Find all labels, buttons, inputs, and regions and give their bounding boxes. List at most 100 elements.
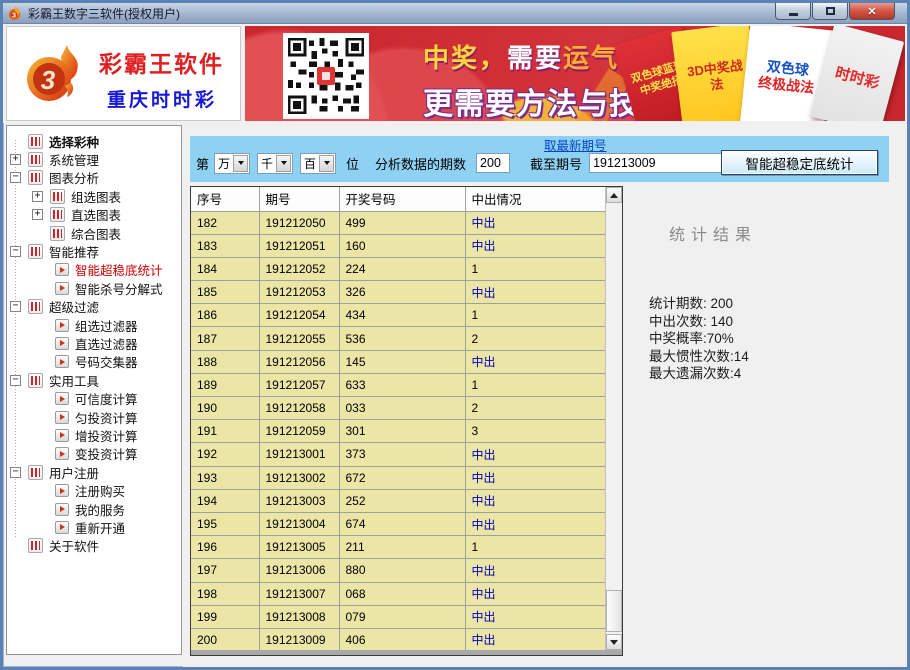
- stat-line: 中奖概率:70%: [649, 330, 749, 348]
- expand-plus-icon[interactable]: +: [32, 209, 43, 220]
- tree-item[interactable]: 综合图表: [7, 224, 181, 242]
- table-row[interactable]: 1901912120580332: [191, 397, 605, 420]
- period-cell: 191212058: [259, 397, 339, 420]
- table-row[interactable]: 198191213007068中出: [191, 582, 605, 605]
- expand-minus-icon[interactable]: −: [10, 467, 21, 478]
- analyze-button[interactable]: 智能超稳定底统计: [721, 150, 878, 175]
- tree-item[interactable]: 我的服务: [7, 500, 181, 518]
- tree-item[interactable]: + 直选图表: [7, 206, 181, 224]
- grid-icon: [28, 134, 43, 149]
- tree-item[interactable]: + 系统管理: [7, 150, 181, 168]
- number-cell: 301: [339, 420, 465, 443]
- table-row[interactable]: 1871912120555362: [191, 327, 605, 350]
- tree-item[interactable]: −用户注册: [7, 463, 181, 481]
- seq-cell: 190: [191, 397, 259, 420]
- expand-plus-icon[interactable]: +: [32, 191, 43, 202]
- tree-item[interactable]: 增投资计算: [7, 426, 181, 444]
- tree-item-label: 直选图表: [71, 205, 121, 224]
- grid-icon: [50, 207, 65, 222]
- tree-item-label: 综合图表: [71, 224, 121, 243]
- tree-item[interactable]: 智能超稳底统计: [7, 261, 181, 279]
- digit-select-wan[interactable]: 万: [214, 153, 250, 174]
- period-cell: 191212053: [259, 281, 339, 304]
- result-cell: 2: [465, 397, 605, 420]
- tree-item[interactable]: + 组选图表: [7, 187, 181, 205]
- red-arrow-icon: [55, 411, 69, 424]
- digit-select-qian[interactable]: 千: [257, 153, 293, 174]
- digit-select-bai[interactable]: 百: [300, 153, 336, 174]
- seq-cell: 199: [191, 605, 259, 628]
- tree-item[interactable]: 号码交集器: [7, 353, 181, 371]
- expand-minus-icon[interactable]: −: [10, 375, 21, 386]
- tree-item[interactable]: −智能推荐: [7, 242, 181, 260]
- main-panel: 取最新期号 第 万 千 百 位 分析数据: [183, 123, 907, 667]
- minimize-button[interactable]: [775, 3, 811, 20]
- table-row[interactable]: 183191212051160中出: [191, 234, 605, 257]
- results-table-frame: 序号期号开奖号码中出情况 182191212050499中出1831912120…: [190, 186, 623, 656]
- table-row[interactable]: 182191212050499中出: [191, 211, 605, 234]
- tree-item[interactable]: 可信度计算: [7, 389, 181, 407]
- result-cell: 中出: [465, 234, 605, 257]
- close-icon: ✕: [867, 5, 876, 18]
- table-row[interactable]: 199191213008079中出: [191, 605, 605, 628]
- tree-item-label: 图表分析: [49, 168, 99, 187]
- table-row[interactable]: 1891912120576331: [191, 373, 605, 396]
- scroll-down-button[interactable]: [606, 634, 622, 650]
- app-window: 3 彩霸王数字三软件(授权用户) ✕ 3 彩霸王软件: [0, 0, 910, 670]
- table-row[interactable]: 1841912120522241: [191, 257, 605, 280]
- table-row[interactable]: 192191213001373中出: [191, 443, 605, 466]
- periods-input[interactable]: [476, 153, 510, 173]
- number-cell: 326: [339, 281, 465, 304]
- tree-item[interactable]: 重新开通: [7, 518, 181, 536]
- tree-item[interactable]: −超级过滤: [7, 298, 181, 316]
- chevron-down-icon[interactable]: [233, 155, 248, 172]
- scroll-up-button[interactable]: [606, 187, 622, 203]
- seq-cell: 197: [191, 559, 259, 582]
- table-row[interactable]: 1911912120593013: [191, 420, 605, 443]
- chevron-down-icon[interactable]: [319, 155, 334, 172]
- tree-item-label: 系统管理: [49, 150, 99, 169]
- seq-cell: 191: [191, 420, 259, 443]
- expand-minus-icon[interactable]: −: [10, 246, 21, 257]
- expand-plus-icon[interactable]: +: [10, 154, 21, 165]
- table-row[interactable]: 200191213009406中出: [191, 628, 605, 651]
- maximize-button[interactable]: [812, 3, 848, 20]
- tree-item[interactable]: 关于软件: [7, 537, 181, 555]
- result-cell: 中出: [465, 443, 605, 466]
- tree-item[interactable]: 选择彩种: [7, 132, 181, 150]
- end-period-input[interactable]: [589, 153, 741, 173]
- table-row[interactable]: 188191212056145中出: [191, 350, 605, 373]
- table-row[interactable]: 1861912120544341: [191, 304, 605, 327]
- expand-minus-icon[interactable]: −: [10, 172, 21, 183]
- result-cell: 中出: [465, 281, 605, 304]
- ad-banner[interactable]: 中奖，需要运气， 更需要方法与技巧 双色球蓝球中奖绝招 3D中奖战法 双色球时时…: [245, 26, 905, 121]
- result-cell: 1: [465, 257, 605, 280]
- table-row[interactable]: 195191213004674中出: [191, 512, 605, 535]
- tree-item[interactable]: −实用工具: [7, 371, 181, 389]
- brand-panel: 3 彩霸王软件 重庆时时彩: [6, 26, 241, 121]
- chevron-down-icon[interactable]: [276, 155, 291, 172]
- table-row[interactable]: 194191213003252中出: [191, 489, 605, 512]
- tree-item[interactable]: 注册购买: [7, 481, 181, 499]
- seq-cell: 184: [191, 257, 259, 280]
- scrollbar-thumb[interactable]: [606, 590, 622, 632]
- tree-item[interactable]: 变投资计算: [7, 445, 181, 463]
- period-cell: 191213001: [259, 443, 339, 466]
- tree-item[interactable]: − 图表分析: [7, 169, 181, 187]
- expand-minus-icon[interactable]: −: [10, 301, 21, 312]
- table-row[interactable]: 1961912130052111: [191, 536, 605, 559]
- grid-icon: [28, 373, 43, 388]
- tree-item[interactable]: 直选过滤器: [7, 334, 181, 352]
- tree-item[interactable]: 组选过滤器: [7, 316, 181, 334]
- tree-item[interactable]: 智能杀号分解式: [7, 279, 181, 297]
- vertical-scrollbar[interactable]: [605, 187, 622, 650]
- result-cell: 3: [465, 420, 605, 443]
- tree-item[interactable]: 匀投资计算: [7, 408, 181, 426]
- table-row[interactable]: 197191213006880中出: [191, 559, 605, 582]
- tree-item-label: 关于软件: [49, 536, 99, 555]
- tree-item-label: 组选图表: [71, 187, 121, 206]
- table-row[interactable]: 185191212053326中出: [191, 281, 605, 304]
- table-row[interactable]: 193191213002672中出: [191, 466, 605, 489]
- stat-line: 最大遗漏次数:4: [649, 365, 749, 383]
- close-button[interactable]: ✕: [849, 3, 895, 20]
